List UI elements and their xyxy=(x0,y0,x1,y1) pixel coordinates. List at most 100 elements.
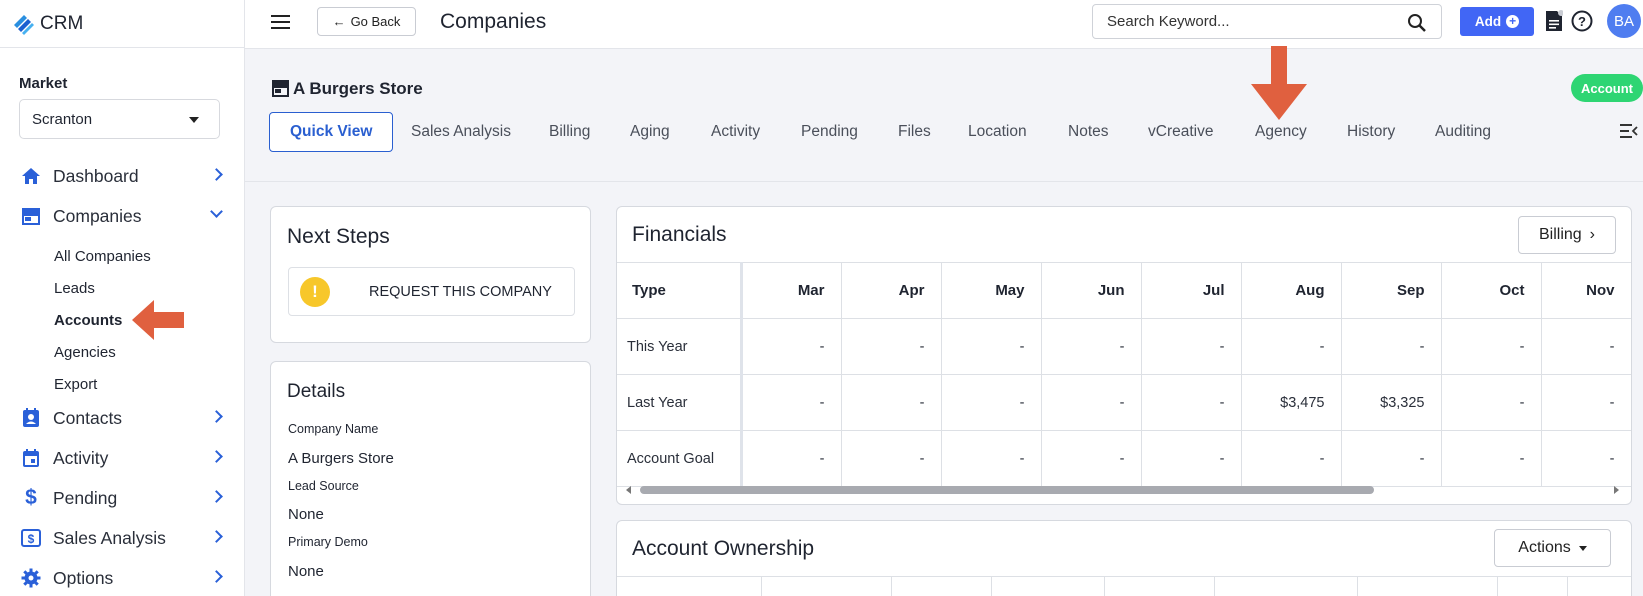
horizontal-scrollbar[interactable] xyxy=(617,483,1631,497)
market-label: Market xyxy=(19,75,68,92)
chevron-down-icon xyxy=(210,205,223,218)
svg-text:?: ? xyxy=(1578,14,1586,29)
table-cell: - xyxy=(1441,318,1542,375)
table-cell: - xyxy=(741,374,842,431)
column-header: Type xyxy=(617,262,743,319)
tab-pending[interactable]: Pending xyxy=(801,112,858,152)
sidebar-item-companies[interactable]: Companies xyxy=(0,198,245,234)
collapse-menu-icon[interactable] xyxy=(1620,124,1638,143)
account-ownership-title: Account Ownership xyxy=(632,537,815,560)
tab-aging[interactable]: Aging xyxy=(630,112,670,152)
tab-location[interactable]: Location xyxy=(968,112,1027,152)
sidebar-item-label: Sales Analysis xyxy=(53,527,166,548)
primary-demo-label: Primary Demo xyxy=(288,535,368,549)
table-cell: $3,475 xyxy=(1241,374,1342,431)
chevron-right-icon xyxy=(210,410,223,423)
add-button[interactable]: Add + xyxy=(1460,7,1534,36)
scroll-right-icon[interactable] xyxy=(1614,486,1619,494)
table-cell: - xyxy=(741,430,842,487)
app-logo[interactable]: CRM xyxy=(0,0,244,48)
chevron-right-icon: › xyxy=(1589,226,1595,243)
table-cell: - xyxy=(941,374,1042,431)
column-divider xyxy=(1567,576,1568,596)
plus-icon: + xyxy=(1506,15,1520,28)
chevron-right-icon xyxy=(210,168,223,181)
sidebar-sub-all-companies[interactable]: All Companies xyxy=(54,248,151,265)
tab-activity[interactable]: Activity xyxy=(711,112,760,152)
tab-files[interactable]: Files xyxy=(898,112,931,152)
sidebar-item-pending[interactable]: $ Pending xyxy=(0,480,245,516)
scrollbar-thumb[interactable] xyxy=(640,486,1374,494)
sidebar-item-sales-analysis[interactable]: $ Sales Analysis xyxy=(0,520,245,556)
go-back-button[interactable]: ← Go Back xyxy=(317,7,416,36)
tab-billing[interactable]: Billing xyxy=(549,112,590,152)
help-icon[interactable]: ? xyxy=(1571,10,1593,37)
column-header: Mar xyxy=(741,262,842,319)
column-header: Jul xyxy=(1141,262,1242,319)
table-cell: - xyxy=(1141,430,1242,487)
chevron-right-icon xyxy=(210,530,223,543)
billing-button[interactable]: Billing › xyxy=(1518,216,1616,254)
sidebar-item-contacts[interactable]: Contacts xyxy=(0,400,245,436)
go-back-label: Go Back xyxy=(350,14,401,29)
tab-vcreative[interactable]: vCreative xyxy=(1148,112,1213,152)
sidebar-item-label: Contacts xyxy=(53,407,123,428)
financials-title: Financials xyxy=(632,223,727,246)
table-cell: - xyxy=(1241,318,1342,375)
avatar[interactable]: BA xyxy=(1607,4,1641,38)
table-cell: - xyxy=(1041,430,1142,487)
home-icon xyxy=(20,165,42,187)
column-header: May xyxy=(941,262,1042,319)
actions-button[interactable]: Actions xyxy=(1494,529,1611,567)
sidebar-item-label: Companies xyxy=(53,205,142,226)
company-name-value: A Burgers Store xyxy=(288,450,394,467)
sidebar-item-activity[interactable]: Activity xyxy=(0,440,245,476)
column-divider xyxy=(1104,576,1105,596)
table-row: This Year - - - - - - - - - xyxy=(617,318,1631,375)
crm-logo-icon xyxy=(14,14,34,35)
request-company-button[interactable]: ! REQUEST THIS COMPANY xyxy=(288,267,575,316)
market-select[interactable]: Scranton xyxy=(19,99,220,139)
primary-demo-value: None xyxy=(288,563,324,580)
sidebar-sub-agencies[interactable]: Agencies xyxy=(54,344,116,361)
tab-quick-view[interactable]: Quick View xyxy=(269,112,394,152)
search-input[interactable] xyxy=(1093,13,1393,30)
table-cell: - xyxy=(1141,374,1242,431)
sidebar-sub-leads[interactable]: Leads xyxy=(54,280,95,297)
tab-sales-analysis[interactable]: Sales Analysis xyxy=(411,112,511,152)
table-row: Account Goal - - - - - - - - - xyxy=(617,430,1631,487)
hamburger-menu-icon[interactable] xyxy=(271,15,290,29)
page-title: Companies xyxy=(440,10,547,33)
column-divider xyxy=(1214,576,1215,596)
chevron-right-icon xyxy=(210,570,223,583)
column-divider xyxy=(1497,576,1498,596)
financials-card: Financials Billing › Type Mar Apr May Ju… xyxy=(616,206,1632,505)
tab-history[interactable]: History xyxy=(1347,112,1395,152)
tab-auditing[interactable]: Auditing xyxy=(1435,112,1491,152)
column-header: Oct xyxy=(1441,262,1542,319)
chevron-right-icon xyxy=(210,490,223,503)
sidebar-item-dashboard[interactable]: Dashboard xyxy=(0,158,245,194)
sidebar-item-options[interactable]: Options xyxy=(0,560,245,596)
table-cell: - xyxy=(1341,430,1442,487)
financials-table: Type Mar Apr May Jun Jul Aug Sep Oct Nov… xyxy=(617,262,1631,487)
header-divider xyxy=(245,181,1643,182)
svg-text:$: $ xyxy=(28,532,35,546)
caret-down-icon xyxy=(189,117,199,123)
row-type: Last Year xyxy=(617,374,743,431)
sidebar-sub-accounts[interactable]: Accounts xyxy=(54,312,122,329)
billing-label: Billing xyxy=(1538,226,1582,243)
tab-notes[interactable]: Notes xyxy=(1068,112,1109,152)
scroll-left-icon[interactable] xyxy=(626,486,631,494)
annotation-arrow-left-icon xyxy=(132,300,184,340)
sidebar-sub-export[interactable]: Export xyxy=(54,376,97,393)
add-label: Add xyxy=(1474,14,1502,29)
store-icon xyxy=(271,79,290,102)
next-steps-card: Next Steps ! REQUEST THIS COMPANY xyxy=(270,206,591,343)
document-icon[interactable] xyxy=(1545,10,1564,37)
lead-source-label: Lead Source xyxy=(288,479,359,493)
dollar-icon: $ xyxy=(25,486,37,509)
column-divider xyxy=(891,576,892,596)
table-cell: - xyxy=(1341,318,1442,375)
search-icon[interactable] xyxy=(1407,13,1427,38)
